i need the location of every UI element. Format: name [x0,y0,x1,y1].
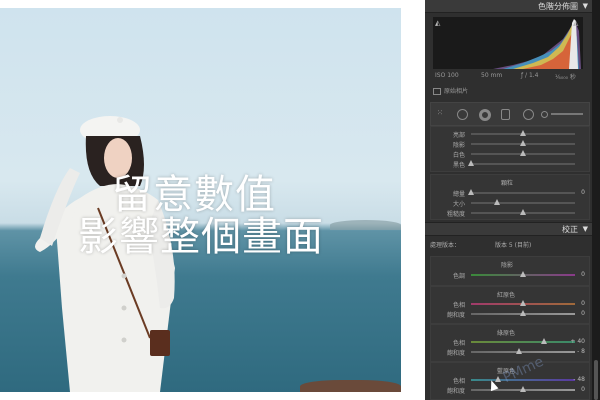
slider-label: 飽和度 [446,312,465,319]
slider-row[interactable]: 粗糙度 [431,208,589,218]
spot-removal-icon[interactable] [479,109,491,121]
slider-label: 總量 [452,191,465,198]
process-label: 處理版本： [430,242,461,249]
slider-label: 黑色 [452,162,465,169]
slider-label: 亮部 [452,132,465,139]
focal-length: 50 mm [481,72,503,79]
process-value[interactable]: 版本 5 (目前) [495,240,531,249]
brush-icon[interactable] [541,111,548,118]
histogram-title: 色階分佈圖 [538,2,578,11]
shadow-title: 陰影 [501,262,514,269]
slider-row[interactable]: 色相 0 [431,299,589,309]
slider-track[interactable] [471,192,575,194]
slider-value: 0 [581,386,585,393]
slider-value: + 40 [570,338,585,345]
process-version[interactable]: 處理版本： 版本 5 (目前) [430,240,588,250]
slider-row[interactable]: 陰影 [431,139,589,149]
svg-text:◭: ◭ [573,19,579,27]
slider-knob[interactable] [515,348,522,354]
slider-label: 色相 [452,378,465,385]
green-primary-section: 綠原色 色相 + 40 飽和度 - 8 [430,324,590,362]
slider-knob[interactable] [520,310,526,316]
slider-label: 大小 [452,201,465,208]
slider-track[interactable] [471,163,575,165]
slider-value: - 8 [577,348,585,355]
slider-track[interactable] [471,341,575,343]
iso-value: ISO 100 [435,72,459,79]
grid-icon[interactable]: ⁙ [437,109,444,118]
grain-section: 顆粒 總量 0 大小粗糙度 [430,174,590,220]
tone-section: 亮部 陰影 白色 黑色 [430,126,590,172]
brush-size-slider[interactable] [551,113,583,115]
photo-canvas: 留意數值 影響整個畫面 [0,0,425,400]
camera-info: ISO 100 50 mm ƒ / 1.4 ¹⁄₆₀₀₀ 秒 [433,72,583,82]
crop-icon[interactable] [457,109,468,120]
tool-strip: ⁙ [430,102,590,126]
aperture: ƒ / 1.4 [521,72,539,79]
slider-value: 0 [581,300,585,307]
slider-row[interactable]: 飽和度 - 8 [431,347,589,357]
slider-value: - 48 [573,376,585,383]
grain-title: 顆粒 [501,180,514,187]
red-title: 紅原色 [497,292,516,299]
collapse-triangle-icon[interactable]: ▼ [583,2,588,10]
slider-knob[interactable] [520,150,526,156]
red-primary-section: 紅原色 色相 0 飽和度 0 [430,286,590,324]
slider-label: 色相 [452,340,465,347]
overlay-text-line2: 影響整個畫面 [78,214,324,260]
slider-value: 0 [581,271,585,278]
slider-row[interactable]: 亮部 [431,129,589,139]
slider-row[interactable]: 飽和度 0 [431,309,589,319]
slider-row[interactable]: 大小 [431,198,589,208]
slider-knob[interactable] [468,189,474,195]
slider-label: 色相 [452,302,465,309]
slider-label: 飽和度 [446,350,465,357]
original-photo-label: 原始相片 [444,88,469,95]
shutter-speed: ¹⁄₆₀₀₀ 秒 [555,74,576,81]
slider-knob[interactable] [540,338,547,344]
calibration-header[interactable]: 校正 ▼ [425,222,592,236]
panel-scrollbar[interactable] [592,0,600,400]
green-title: 綠原色 [497,330,516,337]
slider-row[interactable]: 飽和度 0 [431,385,589,395]
calibration-title: 校正 [562,225,578,234]
histogram-header[interactable]: 色階分佈圖 ▼ [425,0,592,13]
checkbox-icon[interactable] [433,88,441,95]
shadow-section: 陰影 色調 0 [430,256,590,286]
slider-row[interactable]: 白色 [431,149,589,159]
slider-label: 色調 [452,273,465,280]
collapse-triangle-icon[interactable]: ▼ [583,225,588,233]
develop-panel: 色階分佈圖 ▼ ◭ ◭ ISO 100 50 mm ƒ / 1.4 ¹⁄₆₀₀₀… [425,0,600,400]
slider-label: 白色 [452,152,465,159]
slider-knob[interactable] [520,386,526,392]
slider-value: 0 [581,310,585,317]
original-photo-toggle[interactable]: 原始相片 [433,86,468,95]
slider-knob[interactable] [520,300,526,306]
slider-label: 飽和度 [446,388,465,395]
slider-label: 粗糙度 [446,211,465,218]
slider-value: 0 [581,189,585,196]
slider-knob[interactable] [520,271,526,277]
svg-text:◭: ◭ [435,19,441,27]
histogram: ◭ ◭ [433,17,583,69]
slider-row[interactable]: 黑色 [431,159,589,169]
slider-row[interactable]: 色調 0 [431,270,589,280]
slider-track[interactable] [471,351,575,353]
slider-row[interactable]: 色相 + 40 [431,337,589,347]
slider-label: 陰影 [452,142,465,149]
slider-track[interactable] [471,202,575,204]
scroll-thumb[interactable] [594,360,598,400]
slider-knob[interactable] [520,140,526,146]
slider-knob[interactable] [520,209,526,215]
slider-knob[interactable] [468,160,474,166]
graduated-filter-icon[interactable] [501,109,510,120]
slider-knob[interactable] [494,199,500,205]
slider-knob[interactable] [520,130,526,136]
slider-row[interactable]: 總量 0 [431,188,589,198]
radial-filter-icon[interactable] [523,109,534,120]
